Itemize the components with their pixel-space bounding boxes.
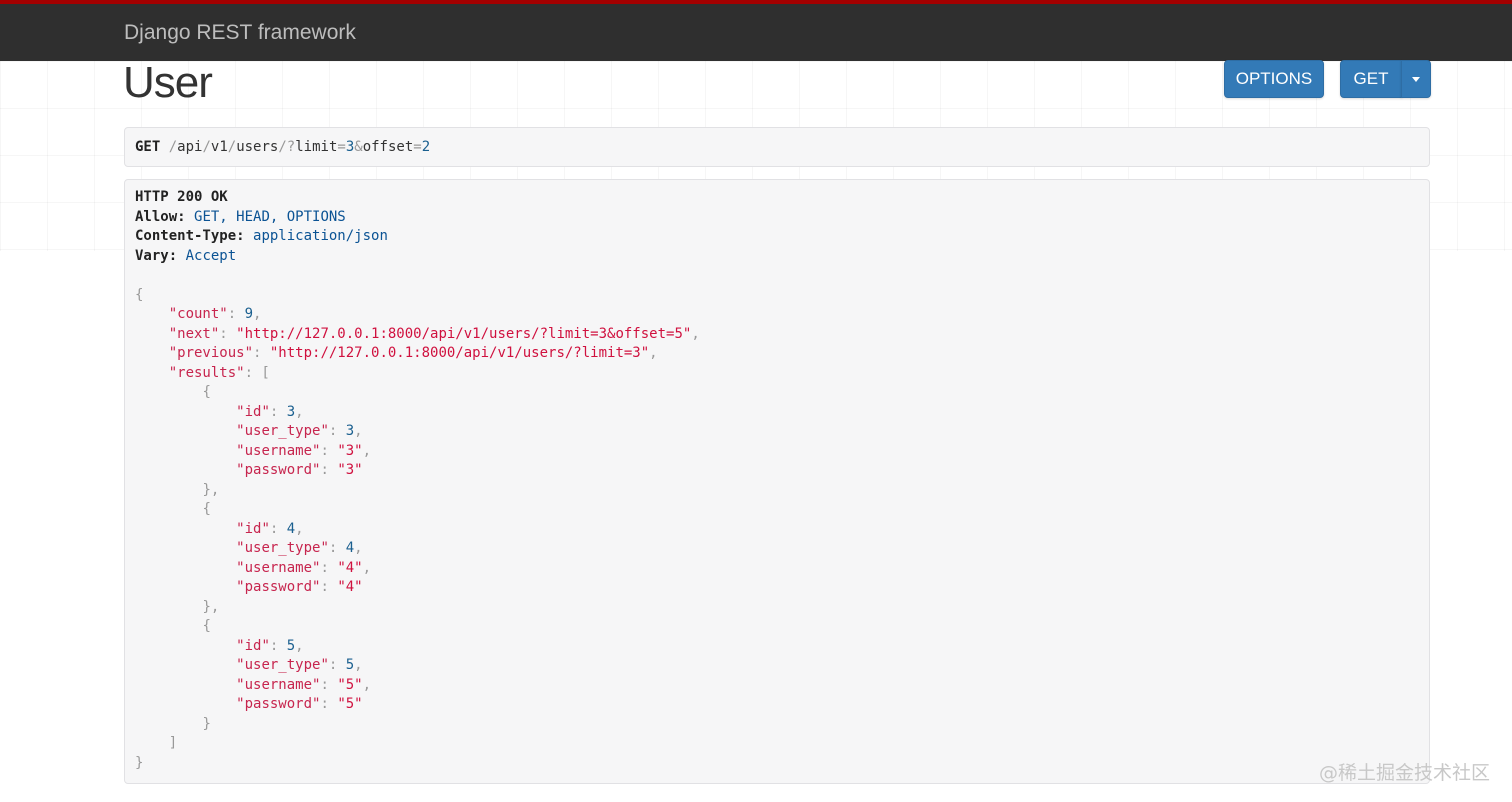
path-part: offset (362, 139, 414, 155)
json-line: "id": 5, (236, 637, 304, 654)
path-part: limit (295, 139, 338, 155)
path-part: = (413, 139, 422, 155)
response-info: HTTP 200 OK Allow: GET, HEAD, OPTIONS Co… (124, 179, 1430, 784)
response-header: Content-Type: application/json (135, 228, 388, 244)
json-line: "password": "3" (236, 462, 363, 478)
path-part: users (236, 139, 279, 155)
path-part: / (227, 139, 237, 155)
json-line: "username": "3", (236, 442, 372, 459)
json-line: } (202, 715, 211, 732)
json-line: }, (202, 481, 220, 498)
previous-link[interactable]: "http://127.0.0.1:8000/api/v1/users/?lim… (270, 345, 649, 361)
path-part: / (168, 139, 178, 155)
json-line: }, (202, 598, 220, 615)
response-status: HTTP 200 OK (135, 189, 228, 205)
path-part: ? (286, 139, 296, 155)
page-title: User (123, 58, 213, 107)
json-line: "password": "4" (236, 579, 363, 595)
path-part: v1 (210, 139, 228, 155)
json-line: "id": 4, (236, 520, 304, 537)
caret-down-icon (1412, 77, 1420, 83)
options-button[interactable]: OPTIONS (1224, 60, 1324, 98)
json-line: "previous": "http://127.0.0.1:8000/api/v… (168, 345, 658, 361)
path-part: / (202, 139, 211, 155)
response-header: Allow: GET, HEAD, OPTIONS (135, 208, 346, 225)
path-part: 2 (421, 139, 431, 155)
json-line: "next": "http://127.0.0.1:8000/api/v1/us… (168, 325, 700, 342)
path-part: / (278, 139, 287, 155)
json-line: { (135, 286, 144, 303)
get-button[interactable]: GET (1340, 60, 1402, 98)
get-format-dropdown-button[interactable] (1401, 60, 1431, 98)
json-line: "password": "5" (236, 696, 363, 712)
navbar: Django REST framework (0, 0, 1512, 61)
json-line: { (202, 501, 211, 517)
next-link[interactable]: "http://127.0.0.1:8000/api/v1/users/?lim… (236, 326, 691, 342)
json-line: "user_type": 3, (236, 423, 363, 439)
navbar-brand[interactable]: Django REST framework (124, 21, 356, 45)
json-line: "user_type": 4, (236, 540, 363, 556)
path-part: = (337, 139, 346, 155)
json-line: "count": 9, (168, 306, 262, 322)
watermark: @稀土掘金技术社区 (1318, 762, 1490, 784)
json-line: { (202, 618, 211, 634)
path-part: & (354, 139, 363, 155)
request-info: GET /api/v1/users/?limit=3&offset=2 (124, 127, 1430, 167)
json-line: "username": "5", (236, 676, 372, 693)
json-line: } (135, 754, 144, 771)
path-part: api (177, 139, 203, 155)
request-line: GET /api/v1/users/?limit=3&offset=2 (135, 137, 1419, 157)
json-line: { (202, 384, 211, 400)
request-method: GET (135, 139, 161, 155)
response-header: Vary: Accept (135, 247, 237, 264)
json-line: "results": [ (168, 364, 270, 381)
json-line: "user_type": 5, (236, 657, 363, 673)
json-line: ] (168, 735, 178, 751)
path-part: 3 (345, 139, 355, 155)
json-line: "id": 3, (236, 403, 304, 420)
json-line: "username": "4", (236, 559, 372, 576)
